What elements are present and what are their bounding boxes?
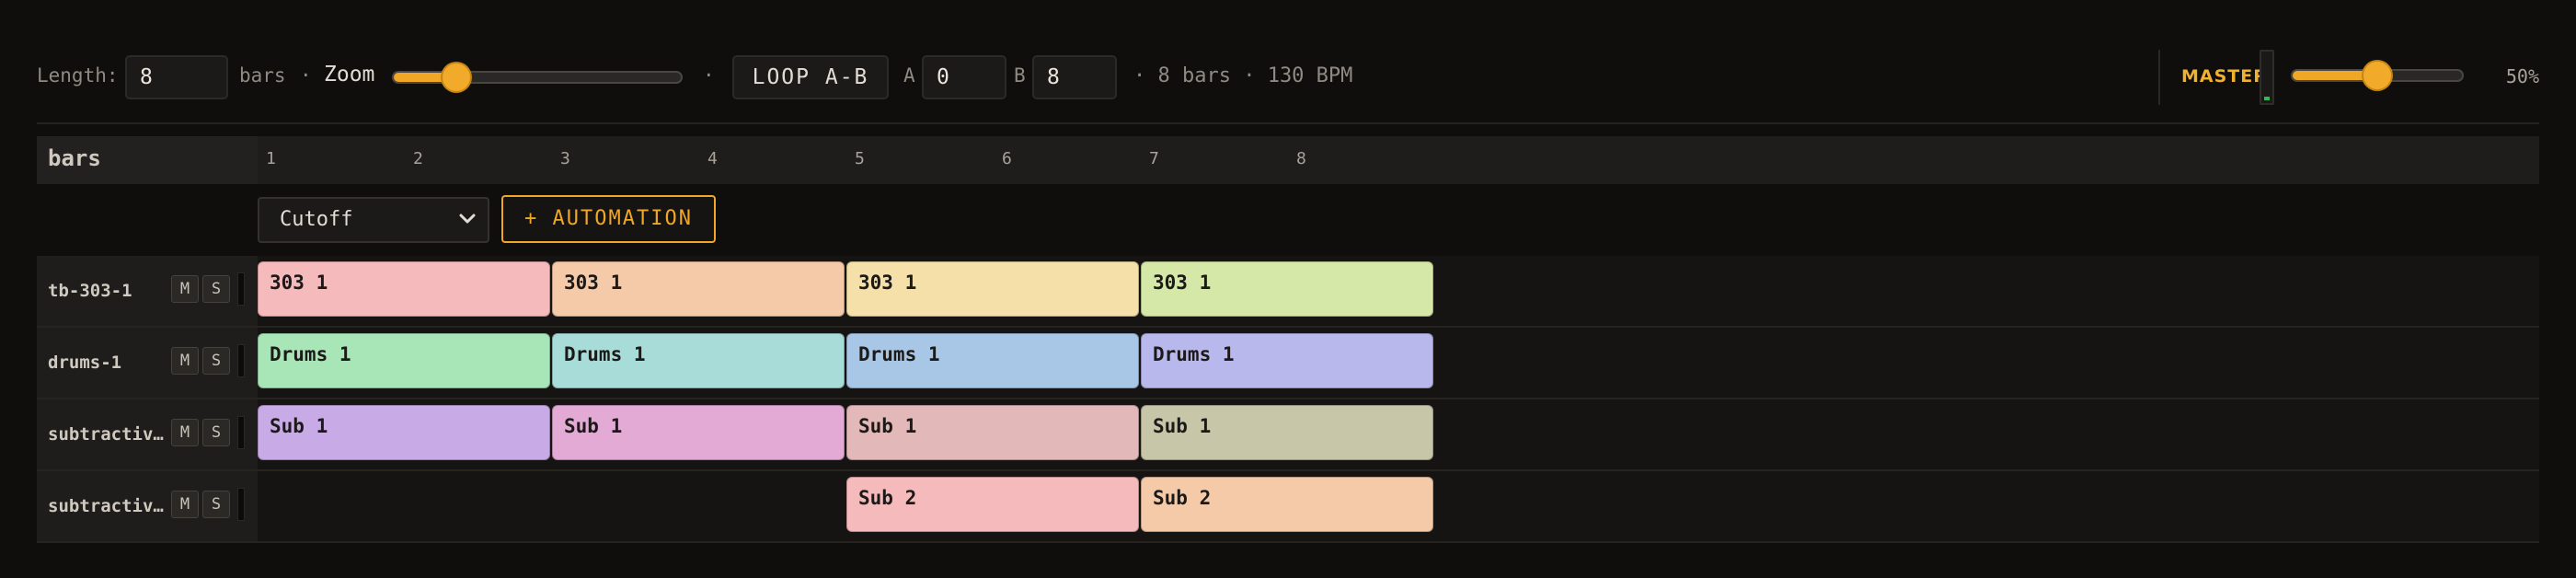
mute-button[interactable]: M (171, 419, 199, 446)
track-name: drums-1 (48, 353, 122, 373)
track-name: tb-303-1 (48, 281, 132, 301)
loop-a-input[interactable]: 0 (922, 55, 1006, 99)
master-level-meter (2260, 50, 2274, 105)
clip[interactable]: 303 1 (258, 261, 550, 317)
master-label: MASTER (2181, 66, 2268, 87)
separator-dot: · (703, 64, 715, 87)
solo-button[interactable]: S (202, 347, 230, 375)
clip[interactable]: Drums 1 (1141, 333, 1433, 388)
clip[interactable]: Sub 2 (1141, 477, 1433, 532)
mute-button[interactable]: M (171, 491, 199, 518)
zoom-label: Zoom (324, 63, 375, 87)
bar-number: 5 (855, 149, 865, 168)
track-level-meter (237, 488, 245, 521)
loop-ab-button[interactable]: LOOP A-B (732, 55, 889, 99)
toolbar-divider-line (37, 122, 2539, 124)
track-name: subtractiv… (48, 424, 164, 445)
clip[interactable]: 303 1 (552, 261, 845, 317)
solo-button[interactable]: S (202, 275, 230, 303)
toolbar-divider (2158, 50, 2160, 105)
track-level-meter (237, 344, 245, 377)
track-level-meter (237, 272, 245, 306)
automation-parameter-select[interactable]: Cutoff (258, 197, 489, 243)
track-level-meter (237, 416, 245, 449)
length-input[interactable]: 8 (125, 55, 228, 99)
clip[interactable]: Drums 1 (258, 333, 550, 388)
loop-b-label: B (1014, 64, 1026, 87)
clip[interactable]: Sub 1 (846, 405, 1139, 460)
clip[interactable]: Sub 1 (1141, 405, 1433, 460)
meter-level-indicator (2264, 97, 2270, 100)
solo-button[interactable]: S (202, 491, 230, 518)
track-separator (37, 541, 2539, 543)
clip[interactable]: Sub 1 (258, 405, 550, 460)
master-volume-thumb[interactable] (2363, 62, 2391, 89)
bar-number: 2 (413, 149, 423, 168)
bar-number: 7 (1149, 149, 1159, 168)
master-volume-percent: 50% (2505, 65, 2539, 87)
song-info: · 8 bars · 130 BPM (1133, 64, 1353, 87)
timeline-ruler[interactable] (37, 136, 2539, 184)
zoom-slider[interactable] (392, 71, 683, 84)
loop-b-input[interactable]: 8 (1032, 55, 1117, 99)
add-automation-button[interactable]: + AUTOMATION (501, 195, 716, 243)
clip[interactable]: 303 1 (1141, 261, 1433, 317)
ruler-title: bars (48, 145, 101, 171)
length-unit-label: bars (239, 64, 286, 87)
clip[interactable]: Sub 1 (552, 405, 845, 460)
zoom-slider-thumb[interactable] (442, 64, 470, 91)
bar-number: 4 (707, 149, 718, 168)
track-name: subtractiv… (48, 496, 164, 516)
mute-button[interactable]: M (171, 275, 199, 303)
length-label: Length: (37, 64, 119, 87)
bar-number: 6 (1002, 149, 1012, 168)
automation-selected-value: Cutoff (280, 208, 353, 231)
clip[interactable]: 303 1 (846, 261, 1139, 317)
loop-a-label: A (903, 64, 915, 87)
solo-button[interactable]: S (202, 419, 230, 446)
mute-button[interactable]: M (171, 347, 199, 375)
chevron-down-icon (459, 214, 476, 224)
bar-number: 1 (266, 149, 276, 168)
clip[interactable]: Sub 2 (846, 477, 1139, 532)
clip[interactable]: Drums 1 (846, 333, 1139, 388)
separator-dot: · (300, 64, 312, 87)
clip[interactable]: Drums 1 (552, 333, 845, 388)
bar-number: 8 (1296, 149, 1306, 168)
bar-number: 3 (560, 149, 570, 168)
